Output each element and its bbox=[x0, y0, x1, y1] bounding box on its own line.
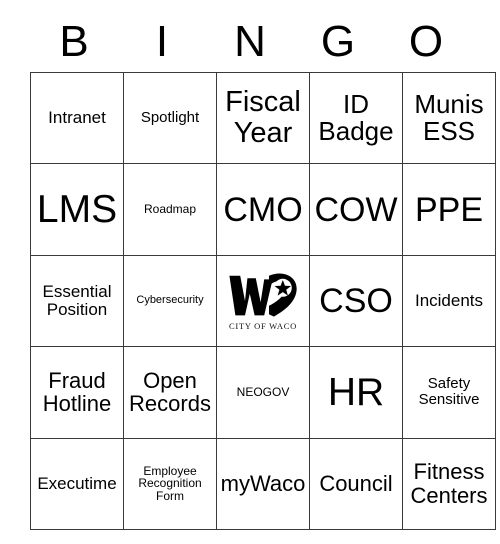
header-letter-g: G bbox=[320, 17, 356, 66]
bingo-cell-label: Munis ESS bbox=[414, 88, 484, 147]
bingo-cell[interactable]: Open Records bbox=[123, 346, 217, 439]
header-letter-n: N bbox=[234, 17, 266, 66]
bingo-cell[interactable]: COW bbox=[309, 163, 403, 256]
bingo-cell-label: Employee Recognition Form bbox=[138, 463, 202, 504]
bingo-cell[interactable]: Safety Sensitive bbox=[402, 346, 496, 439]
header-letter-i: I bbox=[155, 17, 169, 66]
bingo-cell[interactable]: CMO bbox=[216, 163, 310, 256]
bingo-cell-label: myWaco bbox=[220, 471, 306, 497]
bingo-cell[interactable]: CSO bbox=[309, 254, 403, 348]
bingo-cell[interactable]: Incidents bbox=[402, 254, 496, 348]
bingo-cell[interactable]: Intranet bbox=[30, 71, 124, 165]
table-row: Essential Position Cybersecurity CITY OF… bbox=[30, 254, 496, 348]
table-row: Executime Employee Recognition Form myWa… bbox=[30, 437, 496, 530]
bingo-cell-label: Open Records bbox=[129, 368, 211, 417]
city-of-waco-logo: CITY OF WACO bbox=[218, 256, 309, 345]
bingo-cell-label: Roadmap bbox=[143, 202, 197, 217]
bingo-header: B I N G O bbox=[30, 14, 470, 70]
bingo-cell[interactable]: Fraud Hotline bbox=[30, 346, 124, 439]
bingo-cell-label: CMO bbox=[223, 190, 303, 229]
bingo-cell[interactable]: Fitness Centers bbox=[402, 437, 496, 530]
bingo-cell[interactable]: Council bbox=[309, 437, 403, 530]
bingo-cell-label: ID Badge bbox=[318, 88, 394, 147]
bingo-cell[interactable]: ID Badge bbox=[309, 71, 403, 165]
bingo-cell-label: LMS bbox=[36, 187, 118, 231]
bingo-cell[interactable]: Fiscal Year bbox=[216, 71, 310, 165]
bingo-cell-label: Executime bbox=[37, 473, 117, 493]
table-row: Fraud Hotline Open Records NEOGOV HR Saf… bbox=[30, 346, 496, 439]
bingo-cell-label: CSO bbox=[319, 281, 393, 320]
bingo-cell[interactable]: myWaco bbox=[216, 437, 310, 530]
bingo-cell[interactable]: Executime bbox=[30, 437, 124, 530]
bingo-cell[interactable]: Employee Recognition Form bbox=[123, 437, 217, 530]
bingo-cell-label: Safety Sensitive bbox=[418, 375, 480, 409]
bingo-cell-label: Fraud Hotline bbox=[42, 368, 112, 417]
bingo-cell-label: Council bbox=[319, 471, 393, 497]
bingo-cell-label: COW bbox=[314, 190, 398, 229]
bingo-cell-label: Fiscal Year bbox=[225, 86, 301, 150]
bingo-cell[interactable]: HR bbox=[309, 346, 403, 439]
bingo-cell-label: HR bbox=[327, 370, 385, 414]
bingo-cell-label: Fitness Centers bbox=[410, 459, 488, 508]
bingo-cell[interactable]: Spotlight bbox=[123, 71, 217, 165]
bingo-cell-label: PPE bbox=[414, 190, 484, 229]
header-letter-o: O bbox=[408, 17, 444, 66]
bingo-cell[interactable]: LMS bbox=[30, 163, 124, 256]
table-row: LMS Roadmap CMO COW PPE bbox=[30, 163, 496, 256]
bingo-cell[interactable]: PPE bbox=[402, 163, 496, 256]
bingo-cell[interactable]: Cybersecurity bbox=[123, 254, 217, 348]
logo-caption: CITY OF WACO bbox=[229, 321, 297, 332]
bingo-cell-label: Spotlight bbox=[140, 109, 200, 127]
bingo-cell[interactable]: Munis ESS bbox=[402, 71, 496, 165]
bingo-cell-label: Cybersecurity bbox=[136, 294, 204, 307]
table-row: Intranet Spotlight Fiscal Year ID Badge … bbox=[30, 71, 496, 165]
bingo-cell-label: Essential Position bbox=[42, 281, 112, 319]
header-letter-b: B bbox=[59, 17, 89, 66]
bingo-cell[interactable]: Roadmap bbox=[123, 163, 217, 256]
bingo-card: B I N G O Intranet Spotlight Fiscal Year… bbox=[0, 0, 500, 544]
waco-w-heart-star-icon bbox=[229, 273, 297, 318]
bingo-cell-label: Intranet bbox=[48, 108, 106, 128]
bingo-cell-label: Incidents bbox=[414, 290, 484, 310]
bingo-cell-label: NEOGOV bbox=[236, 385, 290, 399]
bingo-grid: Intranet Spotlight Fiscal Year ID Badge … bbox=[30, 71, 496, 530]
bingo-cell[interactable]: NEOGOV bbox=[216, 346, 310, 439]
bingo-cell[interactable]: Essential Position bbox=[30, 254, 124, 348]
bingo-free-space-cell[interactable]: CITY OF WACO bbox=[216, 254, 310, 348]
